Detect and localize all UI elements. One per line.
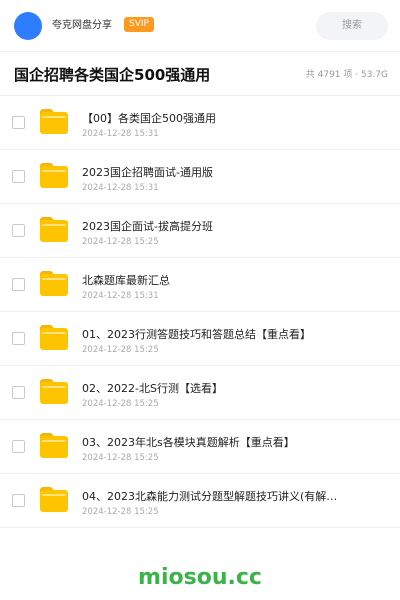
file-date: 2024-12-28 15:25 bbox=[82, 345, 159, 355]
list-item[interactable]: 04、2023北森能力测试分题型解题技巧讲义(有解… 2024-12-28 15… bbox=[0, 474, 400, 528]
file-name[interactable]: 04、2023北森能力测试分题型解题技巧讲义(有解… bbox=[82, 490, 342, 504]
folder-icon bbox=[40, 379, 68, 404]
checkbox-icon[interactable] bbox=[12, 278, 25, 291]
checkbox-icon[interactable] bbox=[12, 170, 25, 183]
file-name[interactable]: 2023国企面试-拔高提分班 bbox=[82, 220, 342, 234]
search-button[interactable]: 搜索 bbox=[316, 12, 388, 40]
folder-icon bbox=[40, 487, 68, 512]
watermark: miosou.cc bbox=[138, 565, 262, 590]
list-item[interactable]: 02、2022-北S行测【选看】 2024-12-28 15:25 bbox=[0, 366, 400, 420]
file-name[interactable]: 03、2023年北s各模块真题解析【重点看】 bbox=[82, 436, 342, 450]
checkbox-icon[interactable] bbox=[12, 332, 25, 345]
folder-icon bbox=[40, 109, 68, 134]
file-date: 2024-12-28 15:25 bbox=[82, 453, 159, 463]
svip-badge: SVIP bbox=[124, 17, 154, 32]
folder-icon bbox=[40, 217, 68, 242]
checkbox-icon[interactable] bbox=[12, 386, 25, 399]
list-item[interactable]: 01、2023行测答题技巧和答题总结【重点看】 2024-12-28 15:25 bbox=[0, 312, 400, 366]
list-item[interactable]: 【00】各类国企500强通用 2024-12-28 15:31 bbox=[0, 96, 400, 150]
folder-icon bbox=[40, 271, 68, 296]
checkbox-icon[interactable] bbox=[12, 494, 25, 507]
list-item[interactable]: 2023国企招聘面试-通用版 2024-12-28 15:31 bbox=[0, 150, 400, 204]
file-date: 2024-12-28 15:31 bbox=[82, 291, 159, 301]
folder-header: 国企招聘各类国企500强通用 共 4791 项 · 53.7G bbox=[0, 52, 400, 96]
file-date: 2024-12-28 15:31 bbox=[82, 183, 159, 193]
folder-icon bbox=[40, 163, 68, 188]
file-name[interactable]: 北森题库最新汇总 bbox=[82, 274, 342, 288]
checkbox-icon[interactable] bbox=[12, 440, 25, 453]
page-title: 国企招聘各类国企500强通用 bbox=[14, 66, 211, 84]
file-date: 2024-12-28 15:31 bbox=[82, 129, 159, 139]
file-list: 【00】各类国企500强通用 2024-12-28 15:31 2023国企招聘… bbox=[0, 96, 400, 528]
checkbox-icon[interactable] bbox=[12, 116, 25, 129]
file-name[interactable]: 01、2023行测答题技巧和答题总结【重点看】 bbox=[82, 328, 342, 342]
file-name[interactable]: 【00】各类国企500强通用 bbox=[82, 112, 342, 126]
list-item[interactable]: 2023国企面试-拔高提分班 2024-12-28 15:25 bbox=[0, 204, 400, 258]
list-item[interactable]: 03、2023年北s各模块真题解析【重点看】 2024-12-28 15:25 bbox=[0, 420, 400, 474]
top-bar: 夸克网盘分享 SVIP 搜索 bbox=[0, 0, 400, 52]
file-name[interactable]: 2023国企招聘面试-通用版 bbox=[82, 166, 342, 180]
avatar[interactable] bbox=[14, 12, 42, 40]
item-count-and-size: 共 4791 项 · 53.7G bbox=[305, 70, 388, 80]
folder-icon bbox=[40, 433, 68, 458]
file-date: 2024-12-28 15:25 bbox=[82, 507, 159, 517]
file-date: 2024-12-28 15:25 bbox=[82, 237, 159, 247]
sharer-name: 夸克网盘分享 bbox=[52, 20, 112, 31]
file-name[interactable]: 02、2022-北S行测【选看】 bbox=[82, 382, 342, 396]
checkbox-icon[interactable] bbox=[12, 224, 25, 237]
file-date: 2024-12-28 15:25 bbox=[82, 399, 159, 409]
folder-icon bbox=[40, 325, 68, 350]
list-item[interactable]: 北森题库最新汇总 2024-12-28 15:31 bbox=[0, 258, 400, 312]
